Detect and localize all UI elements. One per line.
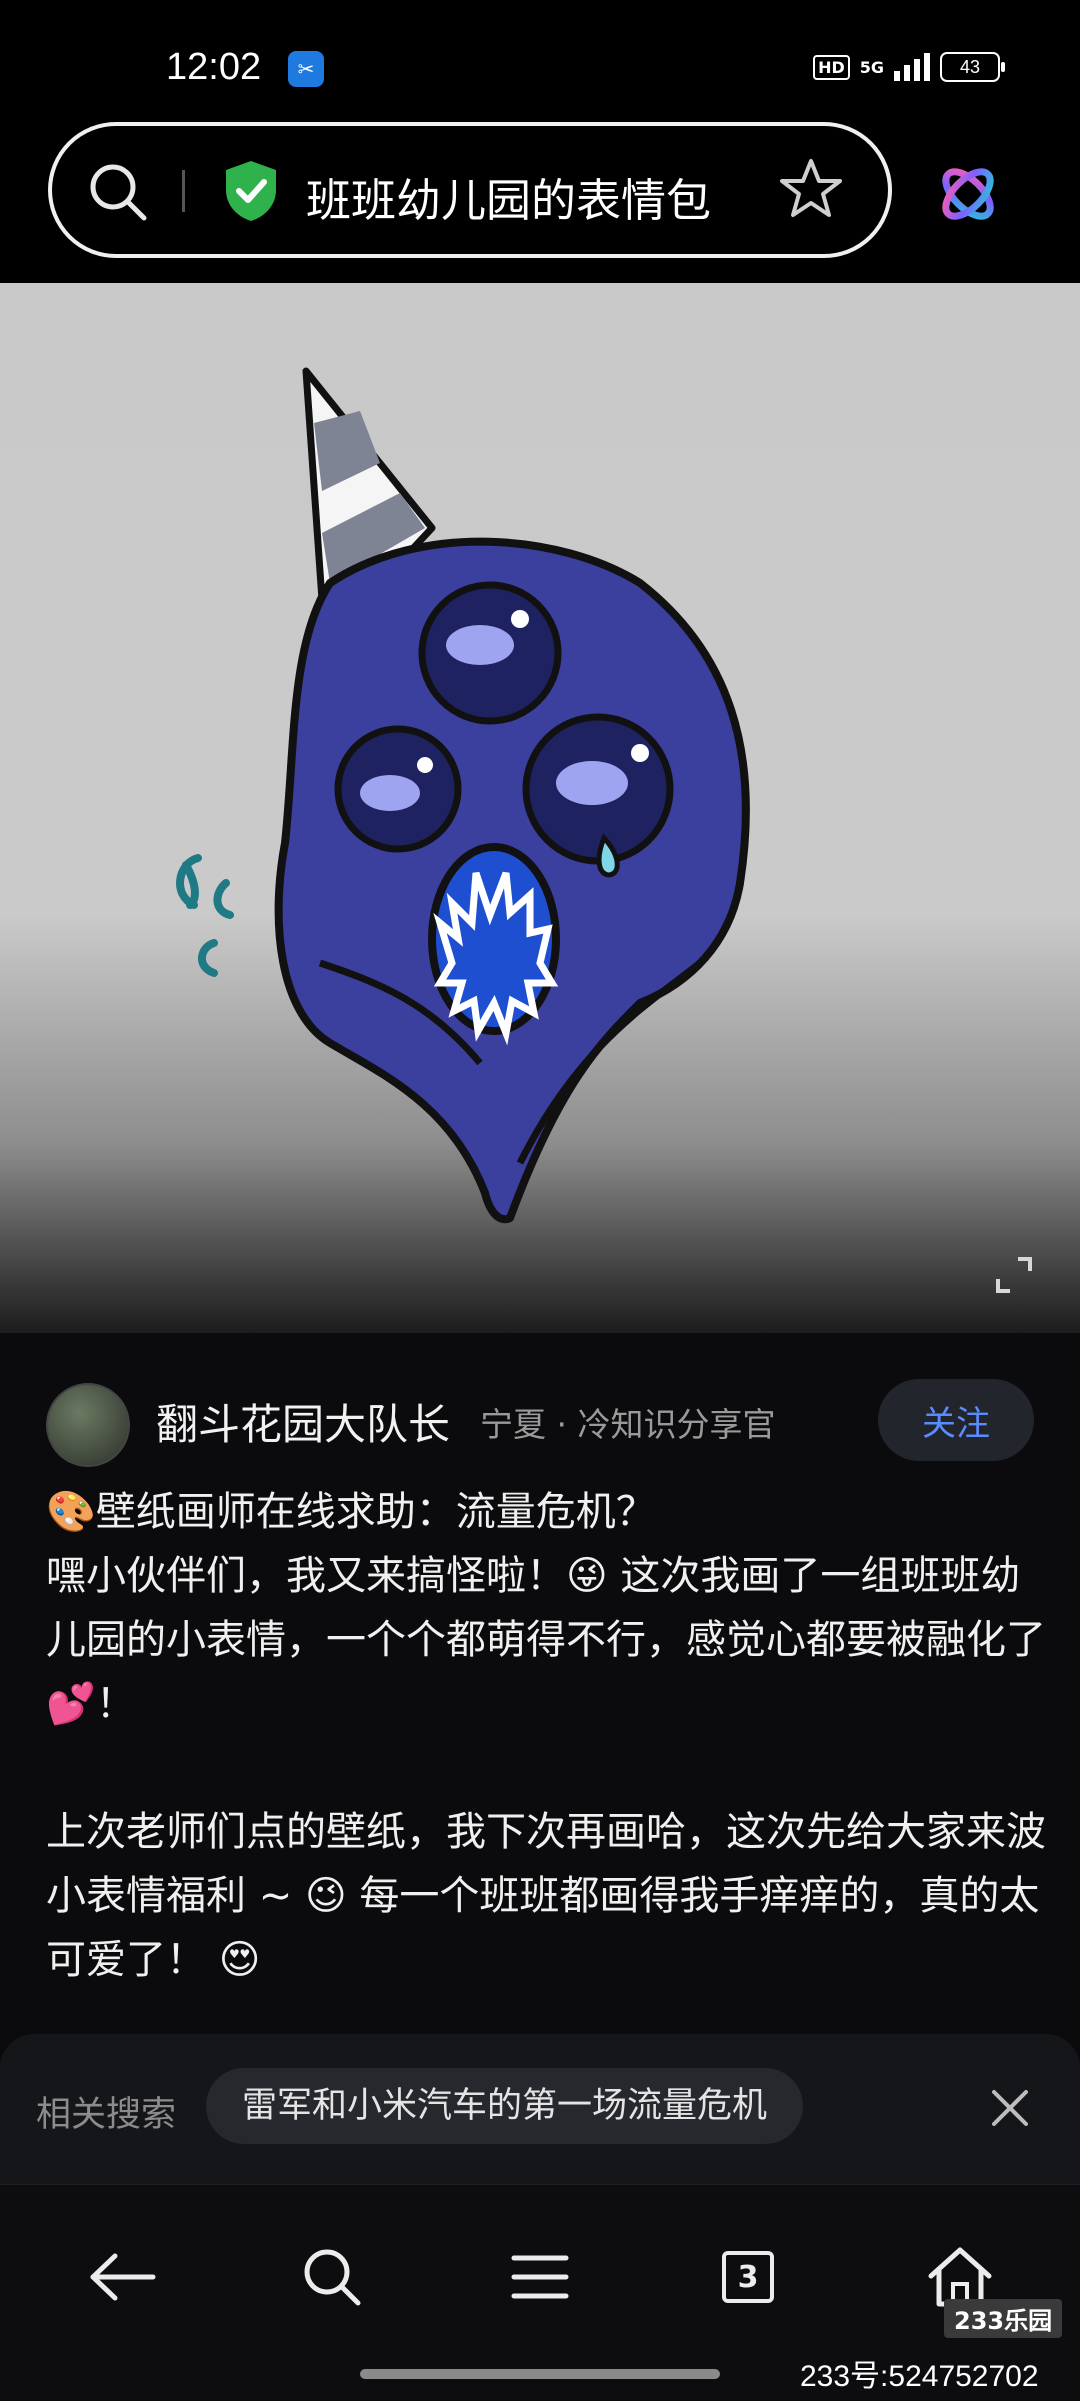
search-header: 班班幼儿园的表情包: [0, 118, 1080, 283]
search-icon: [304, 2249, 361, 2306]
related-search-label: 相关搜索: [36, 2095, 177, 2135]
post-line: 🎨壁纸画师在线求助：流量危机？: [46, 1489, 656, 1535]
back-button[interactable]: [82, 2237, 162, 2317]
close-icon[interactable]: [990, 2088, 1030, 2128]
avatar[interactable]: [46, 1383, 130, 1467]
back-arrow-icon: [90, 2253, 156, 2301]
follow-button[interactable]: 关注: [878, 1379, 1034, 1461]
watermark-text: 233号:524752702: [800, 2360, 1039, 2393]
menu-button[interactable]: [500, 2237, 580, 2317]
hd-badge: HD: [813, 54, 850, 80]
battery-icon: 43: [940, 52, 1005, 82]
signal-icon: [894, 53, 930, 81]
expand-icon[interactable]: [992, 1253, 1036, 1297]
tabs-button[interactable]: 3: [708, 2237, 788, 2317]
related-search-chip[interactable]: 雷军和小米汽车的第一场流量危机: [206, 2068, 804, 2144]
author-meta: 宁夏 · 冷知识分享官: [480, 1405, 776, 1444]
search-button[interactable]: [292, 2237, 372, 2317]
security-shield-icon: [226, 161, 276, 221]
post-line: 嘿小伙伴们，我又来搞怪啦！😜 这次我画了一组班班幼儿园的小表情，一个个都萌得不行…: [46, 1553, 1046, 1727]
post-line: 上次老师们点的壁纸，我下次再画哈，这次先给大家来波小表情福利 ~ 😉 每一个班班…: [46, 1809, 1046, 1983]
scissors-app-icon: ✂: [288, 51, 324, 87]
search-query[interactable]: 班班幼儿园的表情包: [306, 164, 711, 229]
author-name[interactable]: 翻斗花园大队长: [156, 1391, 450, 1452]
post-body: 🎨壁纸画师在线求助：流量危机？ 嘿小伙伴们，我又来搞怪啦！😜 这次我画了一组班班…: [46, 1480, 1046, 1992]
status-bar: 12:02 ✂ HD 5G 43: [0, 0, 1080, 118]
bookmark-star-icon[interactable]: [778, 156, 844, 222]
status-time: 12:02: [166, 46, 262, 88]
search-divider: [182, 170, 185, 212]
tab-count: 3: [722, 2251, 774, 2303]
bottom-navigation: 3 233乐园 233号:524752702: [0, 2184, 1080, 2401]
network-label: 5G: [859, 57, 884, 77]
battery-level: 43: [959, 56, 981, 77]
search-box[interactable]: 班班幼儿园的表情包: [48, 122, 892, 258]
related-search-bar: 相关搜索 雷军和小米汽车的第一场流量危机: [0, 2034, 1080, 2184]
post-image[interactable]: [0, 283, 1080, 1333]
watermark-logo: 233乐园: [944, 2299, 1063, 2338]
gesture-handle[interactable]: [360, 2369, 720, 2379]
search-icon[interactable]: [86, 160, 150, 224]
status-indicators: HD 5G 43: [813, 52, 1005, 82]
character-illustration: [176, 367, 750, 1224]
app-logo-icon[interactable]: [936, 162, 1000, 226]
menu-icon: [511, 2255, 569, 2299]
